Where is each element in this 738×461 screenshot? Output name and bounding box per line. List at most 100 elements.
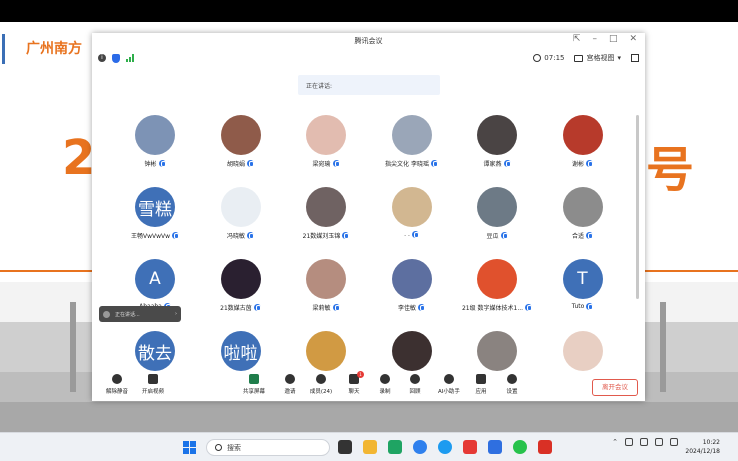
leave-meeting-button[interactable]: 离开会议 (592, 379, 638, 396)
participant-name-row: 合适 (540, 231, 625, 240)
apps-button[interactable]: 应用 (464, 374, 498, 395)
unmute-label: 解除静音 (105, 389, 128, 395)
share-screen-button[interactable]: 共享屏幕 (237, 374, 271, 395)
participant-tile[interactable]: 21数媒古茵 (198, 259, 284, 312)
mic-muted-icon (525, 304, 533, 311)
participant-name: 李佳敏 (397, 305, 416, 312)
volume-icon[interactable] (655, 438, 663, 446)
participant-tile[interactable]: 钟彬 (112, 115, 198, 168)
avatar (391, 115, 432, 155)
avatar (562, 331, 603, 371)
participant-tile[interactable]: 21数媒刘玉锦 (283, 187, 369, 240)
meeting-window: 腾讯会议 ⇱ – □ ✕ i 07:15 宫格视图 ▾ 正在讲话: 钟彬胡晓娟 … (92, 33, 645, 401)
participant-tile[interactable]: 梁莉敏 (283, 259, 369, 312)
ai-assistant-button[interactable]: AI小助手 (432, 374, 466, 395)
settings-label: 设置 (506, 389, 518, 395)
participant-tile[interactable]: 21级 数字媒体技术1... (454, 259, 540, 312)
participant-tile[interactable]: . . (369, 187, 455, 238)
participant-tile[interactable]: 梁宛瑜 (283, 115, 369, 168)
apps-grid-icon (476, 374, 486, 384)
participant-tile[interactable]: AAbaaba (112, 259, 198, 310)
participant-tile[interactable] (369, 331, 455, 371)
maximize-icon[interactable]: □ (609, 34, 618, 44)
members-label: 成员(24) (309, 389, 333, 395)
info-icon[interactable]: i (98, 54, 106, 62)
mic-muted-icon (247, 232, 254, 239)
slide-big-text-right: 号 (646, 142, 695, 198)
edge-browser-icon[interactable] (438, 440, 452, 454)
participant-tile[interactable]: 谢彬 (540, 115, 625, 168)
participant-tile[interactable]: 李佳敏 (369, 259, 455, 312)
participant-name: 王畅VwVwVw (130, 233, 171, 240)
participant-tile[interactable] (454, 331, 540, 371)
participant-name-row: . . (369, 231, 455, 238)
participant-name-row: 21数媒古茵 (198, 303, 284, 312)
grid-view-icon (574, 54, 584, 62)
search-placeholder: 搜索 (227, 444, 241, 452)
app-icon-blue[interactable] (413, 440, 427, 454)
participant-tile[interactable]: 散去 (112, 331, 198, 371)
settings-button[interactable]: 设置 (495, 374, 529, 395)
chevron-down-icon: ▾ (617, 54, 621, 62)
start-video-label: 开启视频 (141, 389, 164, 395)
participant-tile[interactable]: 谭家燕 (454, 115, 540, 168)
view-switch-button[interactable]: 宫格视图 ▾ (574, 53, 621, 63)
chat-label: 聊天 (348, 389, 360, 395)
participant-name: 梁莉敏 (312, 305, 331, 312)
task-view-icon[interactable] (338, 440, 352, 454)
taskbar-search[interactable]: 搜索 (206, 439, 330, 456)
mic-tray-icon[interactable] (625, 438, 633, 446)
app-icon-green[interactable] (388, 440, 402, 454)
clock-time: 10:22 (702, 439, 720, 446)
share-screen-icon (249, 374, 259, 384)
add-user-icon (285, 374, 295, 384)
participant-tile[interactable] (540, 331, 625, 371)
grid-scrollbar[interactable] (636, 115, 639, 299)
camera-off-icon (148, 374, 158, 384)
app-icon-red[interactable] (538, 440, 552, 454)
signal-icon[interactable] (126, 54, 134, 62)
wechat-icon[interactable] (513, 440, 527, 454)
chat-button[interactable]: 1 聊天 (337, 371, 371, 395)
system-tray: ⌃ (612, 438, 678, 446)
floating-mini-control[interactable]: 正在讲话... › (99, 306, 181, 322)
participant-tile[interactable]: 冯晓敏 (198, 187, 284, 240)
battery-icon[interactable] (670, 438, 678, 446)
minimize-icon[interactable]: – (592, 34, 597, 44)
participant-name-row: 谭家燕 (454, 159, 540, 168)
participant-tile[interactable]: 雪糕 王畅VwVwVw (112, 187, 198, 240)
taskbar-clock[interactable]: 10:22 2024/12/18 (685, 438, 720, 456)
tencent-meeting-icon[interactable] (488, 440, 502, 454)
mic-muted-icon (332, 160, 340, 167)
avatar: A (135, 259, 175, 299)
shield-icon[interactable] (112, 53, 120, 63)
participant-tile[interactable] (283, 331, 369, 371)
unmute-button[interactable]: 解除静音 (100, 374, 134, 395)
participant-tile[interactable]: 指尖文化 李晓瑶 (369, 115, 455, 168)
participant-name: . . (404, 231, 410, 238)
file-explorer-icon[interactable] (363, 440, 377, 454)
participant-name-row: 钟彬 (112, 159, 198, 168)
wps-icon[interactable] (463, 440, 477, 454)
participant-tile[interactable]: 啦啦 (198, 331, 284, 371)
participant-tile[interactable]: 胡晓娟 (198, 115, 284, 168)
participant-tile[interactable]: T Tuto (540, 259, 625, 310)
participant-name: 合适 (571, 233, 584, 240)
review-button[interactable]: 回顾 (398, 374, 432, 395)
participant-name-row: 梁莉敏 (283, 303, 369, 312)
close-icon[interactable]: ✕ (629, 34, 637, 44)
fullscreen-icon[interactable] (631, 54, 639, 62)
start-video-button[interactable]: 开启视频 (136, 374, 170, 395)
windows-taskbar: 搜索 ⌃ 10:22 2024/12/18 (0, 432, 738, 461)
avatar (220, 259, 261, 299)
participant-tile[interactable]: 合适 (540, 187, 625, 240)
wifi-icon[interactable] (640, 438, 648, 446)
record-button[interactable]: 录制 (368, 374, 402, 395)
members-button[interactable]: 成员(24) (304, 374, 338, 395)
pin-icon[interactable]: ⇱ (573, 34, 581, 44)
chevron-up-icon[interactable]: ⌃ (612, 438, 618, 446)
start-button[interactable] (183, 441, 196, 454)
participant-tile[interactable]: 豆瓜 (454, 187, 540, 240)
invite-button[interactable]: 邀请 (273, 374, 307, 395)
participant-grid: 钟彬 胡晓娟 梁宛瑜 指尖文化 李晓瑶 谭家燕 谢彬雪糕 王畅VwVwVw 冯晓敏 21数媒刘玉… (112, 115, 624, 385)
